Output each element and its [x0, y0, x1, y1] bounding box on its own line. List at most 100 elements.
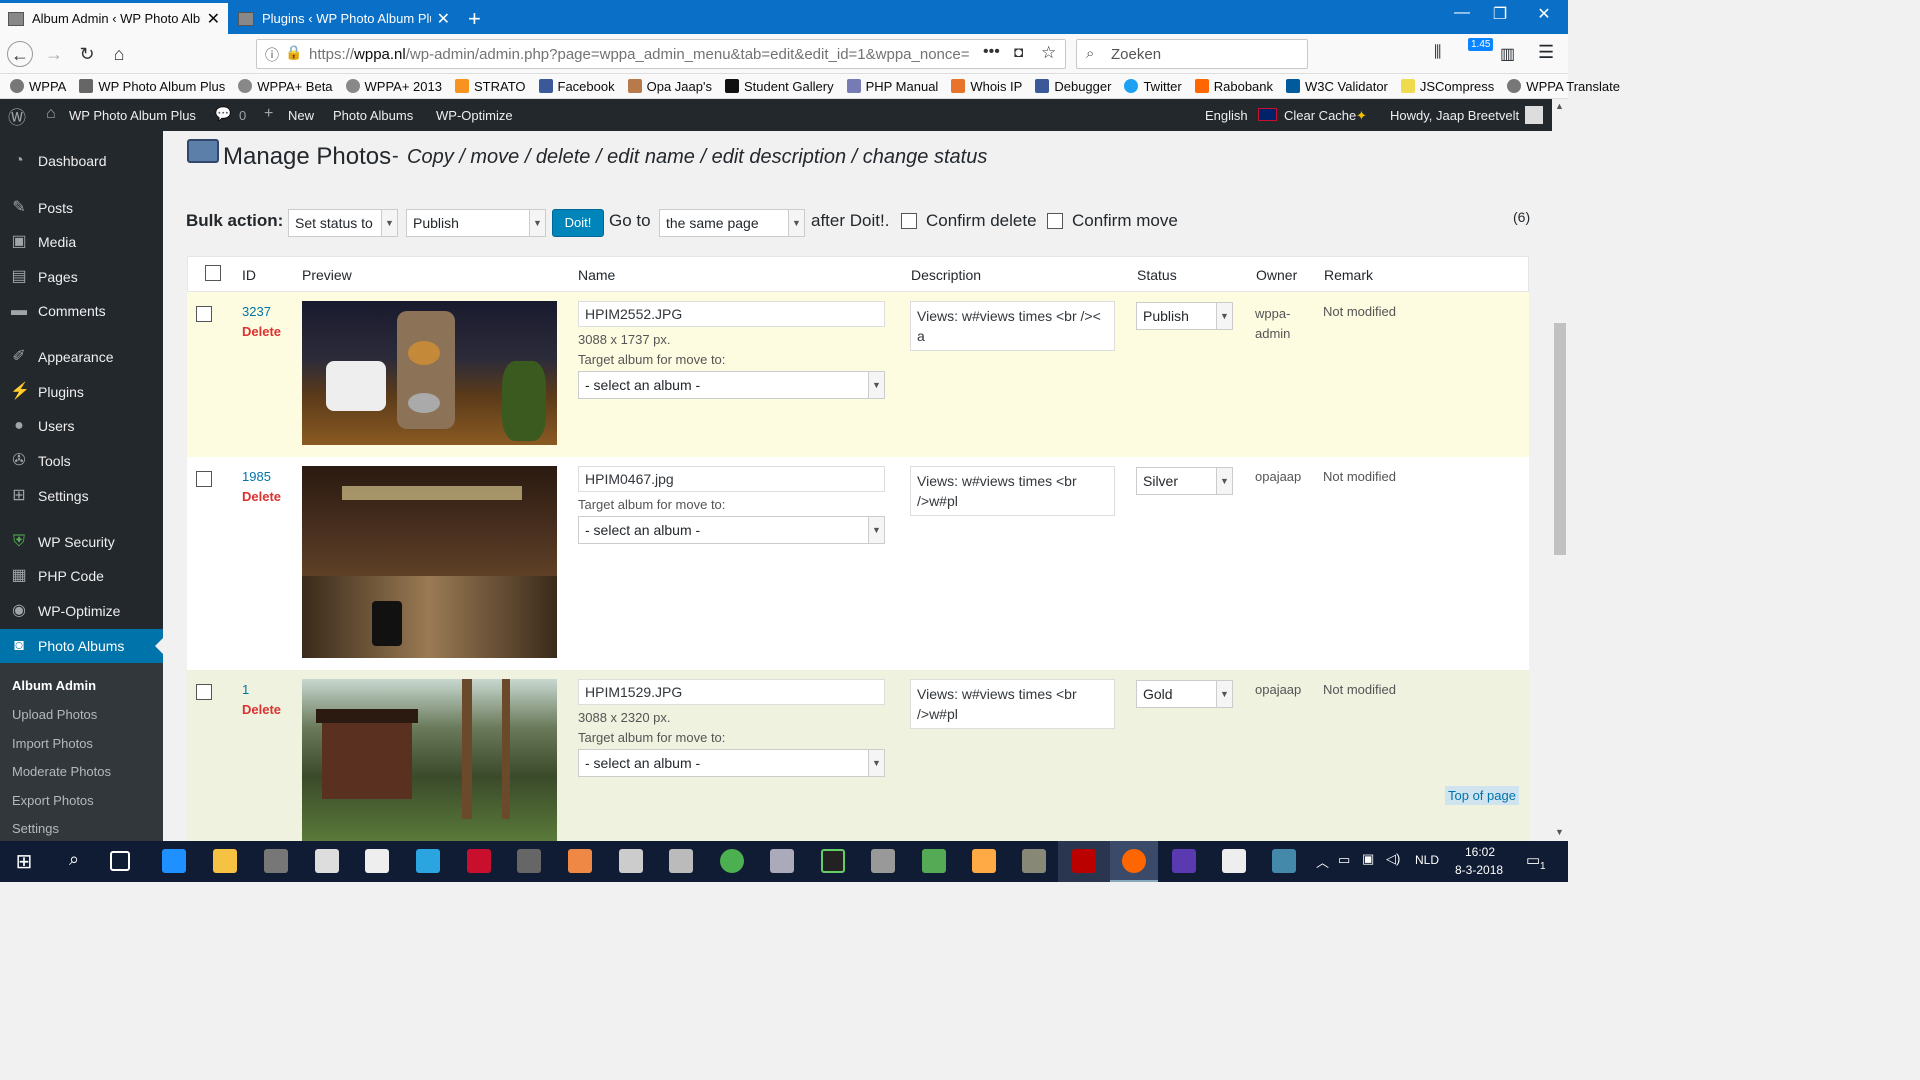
volume-icon[interactable]: ◁) — [1386, 851, 1400, 867]
comments-count[interactable]: 0 — [239, 108, 246, 123]
status-select[interactable]: Silver ▼ — [1136, 467, 1233, 495]
bookmark-item[interactable]: Debugger — [1035, 79, 1111, 94]
windows-start-icon[interactable]: ⊞ — [12, 849, 36, 873]
page-scrollbar[interactable]: ▲ ▼ — [1552, 99, 1568, 841]
bookmark-item[interactable]: PHP Manual — [846, 79, 938, 94]
restore-icon[interactable]: ❐ — [1480, 4, 1520, 24]
menu-icon[interactable]: ☰ — [1538, 42, 1554, 63]
description-textarea[interactable]: Views: w#views times <br />w#pl — [910, 466, 1115, 516]
forward-icon[interactable]: → — [41, 41, 67, 67]
edge-icon[interactable] — [162, 849, 186, 873]
home-icon[interactable]: ⌂ — [106, 41, 132, 67]
app-icon[interactable] — [669, 849, 693, 873]
delete-link[interactable]: Delete — [242, 324, 281, 339]
tray-chevron-icon[interactable]: ︿ — [1316, 852, 1329, 871]
language-link[interactable]: English — [1205, 108, 1248, 123]
minimize-icon[interactable]: — — [1442, 4, 1482, 22]
app-icon[interactable] — [1222, 849, 1246, 873]
scroll-up-icon[interactable]: ▲ — [1555, 101, 1564, 111]
app-icon[interactable] — [568, 849, 592, 873]
battery-icon[interactable]: ▭ — [1338, 852, 1350, 868]
mcafee-icon[interactable] — [467, 849, 491, 873]
calculator-icon[interactable] — [315, 849, 339, 873]
target-album-select[interactable]: - select an album - ▼ — [578, 516, 885, 544]
bookmark-item[interactable]: WP Photo Album Plus — [79, 79, 225, 94]
app-icon[interactable] — [1022, 849, 1046, 873]
pocket-icon[interactable]: ◘ — [1014, 44, 1023, 61]
file-explorer-icon[interactable] — [213, 849, 237, 873]
sidebar-item-comments[interactable]: ▬ Comments — [0, 294, 163, 328]
bookmark-item[interactable]: WPPA+ Beta — [238, 79, 333, 94]
search-icon[interactable]: ⌕ — [62, 849, 86, 873]
bookmark-item[interactable]: Student Gallery — [724, 79, 834, 94]
app-icon[interactable] — [972, 849, 996, 873]
bookmark-item[interactable]: Opa Jaap's — [627, 79, 712, 94]
app-icon[interactable] — [1172, 849, 1196, 873]
sidebar-item-plugins[interactable]: ⚡ Plugins — [0, 375, 163, 409]
scrollbar-thumb[interactable] — [1554, 323, 1566, 555]
page-actions-icon[interactable]: ••• — [983, 43, 1000, 61]
bookmark-item[interactable]: STRATO — [454, 79, 526, 94]
bookmark-item[interactable]: WPPA Translate — [1507, 79, 1620, 94]
sidebar-item-settings[interactable]: ⊞ Settings — [0, 479, 163, 513]
new-tab-icon[interactable]: + — [462, 3, 492, 34]
bulk-action-select[interactable]: Set status to ▼ — [288, 209, 398, 237]
library-icon[interactable]: ⫼ — [1434, 44, 1441, 62]
photo-id-link[interactable]: 1 — [242, 682, 249, 697]
submenu-upload-photos[interactable]: Upload Photos — [12, 707, 97, 722]
close-icon[interactable]: ✕ — [207, 9, 220, 29]
clock-date[interactable]: 8-3-2018 — [1455, 863, 1503, 877]
new-link[interactable]: New — [288, 108, 314, 123]
sidebar-item-wp-optimize[interactable]: ◉ WP-Optimize — [0, 594, 163, 628]
store-icon[interactable] — [264, 849, 288, 873]
chrome-icon[interactable] — [720, 849, 744, 873]
confirm-move-checkbox[interactable] — [1047, 213, 1063, 229]
row-checkbox[interactable] — [196, 306, 212, 322]
row-checkbox[interactable] — [196, 471, 212, 487]
target-album-select[interactable]: - select an album - ▼ — [578, 371, 885, 399]
bulk-status-select[interactable]: Publish ▼ — [406, 209, 546, 237]
sidebar-item-posts[interactable]: ✎ Posts — [0, 191, 163, 225]
submenu-settings[interactable]: Settings — [12, 821, 59, 836]
photo-preview-shed[interactable] — [302, 679, 557, 841]
clear-cache-link[interactable]: Clear Cache — [1284, 108, 1356, 123]
scroll-down-icon[interactable]: ▼ — [1555, 827, 1564, 837]
sidebar-item-php-code[interactable]: ▦ PHP Code — [0, 559, 163, 593]
photo-name-input[interactable]: HPIM2552.JPG — [578, 301, 885, 327]
wp-optimize-link[interactable]: WP-Optimize — [436, 108, 513, 123]
bookmark-item[interactable]: WPPA+ 2013 — [345, 79, 442, 94]
app-icon[interactable] — [1272, 849, 1296, 873]
target-album-select[interactable]: - select an album - ▼ — [578, 749, 885, 777]
photo-albums-link[interactable]: Photo Albums — [333, 108, 413, 123]
sidebar-item-wp-security[interactable]: ⛨ WP Security — [0, 525, 163, 559]
description-textarea[interactable]: Views: w#views times <br />w#pl — [910, 679, 1115, 729]
select-all-checkbox[interactable] — [205, 265, 221, 281]
doit-button[interactable]: Doit! — [552, 209, 604, 237]
photo-name-input[interactable]: HPIM1529.JPG — [578, 679, 885, 705]
clock-time[interactable]: 16:02 — [1465, 845, 1495, 859]
app-icon[interactable] — [619, 849, 643, 873]
app-icon[interactable] — [871, 849, 895, 873]
bookmark-item[interactable]: Whois IP — [951, 79, 1022, 94]
download-badge[interactable]: 1.45 — [1468, 38, 1494, 51]
tab-album-admin[interactable]: Album Admin ‹ WP Photo Album Plus ✕ — [0, 3, 228, 34]
bookmark-item[interactable]: JSCompress — [1400, 79, 1494, 94]
delete-link[interactable]: Delete — [242, 489, 281, 504]
task-view-icon[interactable] — [110, 851, 130, 871]
sidebar-item-tools[interactable]: ✇ Tools — [0, 444, 163, 478]
delete-link[interactable]: Delete — [242, 702, 281, 717]
app-icon[interactable] — [770, 849, 794, 873]
bookmark-item[interactable]: Rabobank — [1194, 79, 1273, 94]
search-input[interactable]: ⌕ Zoeken — [1076, 39, 1308, 69]
grid-app-icon[interactable] — [365, 849, 389, 873]
sidebar-item-appearance[interactable]: ✐ Appearance — [0, 340, 163, 374]
sidebar-item-media[interactable]: ▣ Media — [0, 225, 163, 259]
filezilla-icon[interactable] — [1072, 849, 1096, 873]
bookmark-item[interactable]: W3C Validator — [1286, 79, 1388, 94]
wordpress-logo-icon[interactable]: Ⓦ — [8, 104, 26, 130]
close-window-icon[interactable]: ✕ — [1524, 4, 1564, 24]
sidebar-item-dashboard[interactable]: ◔ Dashboard — [0, 144, 163, 178]
url-bar[interactable]: ⓘ 🔒 https://wppa.nl/wp-admin/admin.php?p… — [256, 39, 1066, 69]
language-indicator[interactable]: NLD — [1415, 853, 1439, 867]
description-textarea[interactable]: Views: w#views times <br />< a — [910, 301, 1115, 351]
